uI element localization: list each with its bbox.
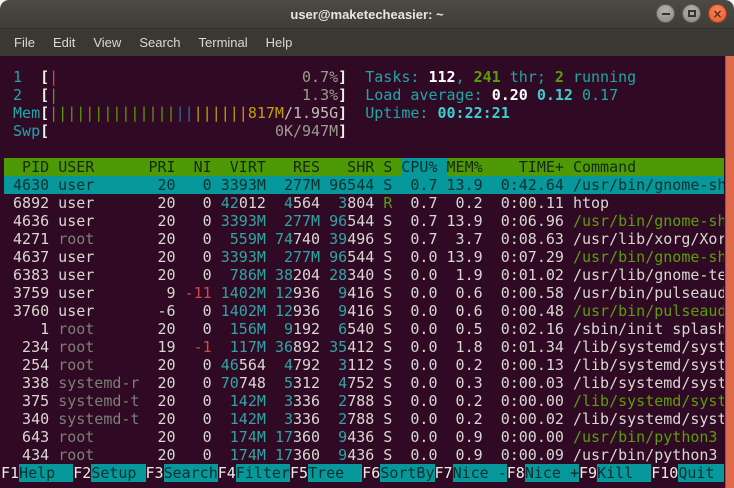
process-row-338[interactable]: 338 systemd-r 20 0 70748 5312 4752 S 0.0…: [4, 374, 724, 392]
fkey-f6[interactable]: F6SortBy: [362, 464, 435, 482]
process-row-3760[interactable]: 3760 user -6 0 1402M 12936 9416 S 0.0 0.…: [4, 302, 724, 320]
cpu1-meter: 1 [| 0.7%]: [4, 68, 348, 86]
load-average: Load average: 0.20 0.12 0.17: [365, 86, 619, 104]
column-header-time[interactable]: TIME+: [492, 158, 573, 176]
process-row-434[interactable]: 434 root 20 0 174M 17360 9436 S 0.0 0.9 …: [4, 446, 724, 464]
fkey-f2[interactable]: F2Setup: [73, 464, 146, 482]
terminal-screen: 1 [| 0.7%] Tasks: 112, 241 thr; 2 runnin…: [0, 56, 734, 488]
process-row-6383[interactable]: 6383 user 20 0 786M 38204 28340 S 0.0 1.…: [4, 266, 724, 284]
minimize-icon: [661, 12, 670, 15]
uptime: Uptime: 00:22:21: [365, 104, 510, 122]
fkey-f5[interactable]: F5Tree: [290, 464, 363, 482]
process-row-4636[interactable]: 4636 user 20 0 3393M 277M 96544 S 0.7 13…: [4, 212, 724, 230]
minimize-button[interactable]: [656, 4, 675, 23]
column-header-s[interactable]: S: [383, 158, 401, 176]
maximize-button[interactable]: [682, 4, 701, 23]
table-header: PID USER PRI NI VIRT RES SHR S CPU% MEM%…: [4, 158, 724, 176]
column-header-virt[interactable]: VIRT: [221, 158, 275, 176]
htop-output: 1 [| 0.7%] Tasks: 112, 241 thr; 2 runnin…: [1, 68, 724, 482]
process-row-643[interactable]: 643 root 20 0 174M 17360 9436 S 0.0 0.9 …: [4, 428, 724, 446]
fkey-f3[interactable]: F3Search: [146, 464, 218, 482]
process-row-254[interactable]: 254 root 20 0 46564 4792 3112 S 0.0 0.2 …: [4, 356, 724, 374]
fkey-f10[interactable]: F10Quit: [651, 464, 724, 482]
column-header-shr[interactable]: SHR: [329, 158, 383, 176]
scrollbar[interactable]: [725, 56, 734, 488]
column-header-pid[interactable]: PID: [4, 158, 58, 176]
column-header-cpu[interactable]: CPU%: [401, 158, 447, 176]
column-header-pri[interactable]: PRI: [149, 158, 185, 176]
window-title: user@maketecheasier: ~: [290, 6, 444, 22]
process-row-4637[interactable]: 4637 user 20 0 3393M 277M 96544 S 0.0 13…: [4, 248, 724, 266]
function-key-bar: F1Help F2Setup F3SearchF4FilterF5Tree F6…: [1, 464, 724, 482]
process-row-4630[interactable]: 4630 user 20 0 3393M 277M 96544 S 0.7 13…: [4, 176, 724, 194]
titlebar[interactable]: user@maketecheasier: ~ ×: [0, 0, 734, 29]
menu-bar: File Edit View Search Terminal Help: [0, 29, 734, 56]
column-header-res[interactable]: RES: [275, 158, 329, 176]
menu-item-terminal[interactable]: Terminal: [190, 31, 257, 54]
fkey-f8[interactable]: F8Nice +: [507, 464, 579, 482]
fkey-f9[interactable]: F9Kill: [579, 464, 652, 482]
menu-item-view[interactable]: View: [84, 31, 130, 54]
menu-item-help[interactable]: Help: [257, 31, 302, 54]
close-button[interactable]: ×: [708, 4, 727, 23]
memory-meter: Mem[||||||||||||||||||||||817M/1.95G]: [4, 104, 348, 122]
terminal-window: user@maketecheasier: ~ × File Edit View Sea…: [0, 0, 734, 488]
menu-item-edit[interactable]: Edit: [44, 31, 84, 54]
column-header-cmd[interactable]: Command: [573, 158, 724, 176]
process-row-4271[interactable]: 4271 root 20 0 559M 74740 39496 S 0.7 3.…: [4, 230, 724, 248]
close-icon: ×: [712, 6, 723, 21]
process-row-234[interactable]: 234 root 19 -1 117M 36892 35412 S 0.0 1.…: [4, 338, 724, 356]
cpu2-meter: 2 [| 1.3%]: [4, 86, 348, 104]
maximize-icon: [687, 10, 696, 17]
column-header-mem[interactable]: MEM%: [447, 158, 492, 176]
fkey-f4[interactable]: F4Filter: [218, 464, 290, 482]
process-row-3759[interactable]: 3759 user 9 -11 1402M 12936 9416 S 0.0 0…: [4, 284, 724, 302]
process-row-6892[interactable]: 6892 user 20 0 42012 4564 3804 R 0.7 0.2…: [4, 194, 724, 212]
process-row-375[interactable]: 375 systemd-t 20 0 142M 3336 2788 S 0.0 …: [4, 392, 724, 410]
menu-item-search[interactable]: Search: [130, 31, 189, 54]
fkey-f1[interactable]: F1Help: [1, 464, 74, 482]
column-header-user[interactable]: USER: [58, 158, 148, 176]
menu-item-file[interactable]: File: [5, 31, 44, 54]
window-controls: ×: [656, 4, 727, 23]
column-header-ni[interactable]: NI: [185, 158, 221, 176]
process-row-1[interactable]: 1 root 20 0 156M 9192 6540 S 0.0 0.5 0:0…: [4, 320, 724, 338]
tasks-summary: Tasks: 112, 241 thr; 2 running: [365, 68, 637, 86]
process-row-340[interactable]: 340 systemd-t 20 0 142M 3336 2788 S 0.0 …: [4, 410, 724, 428]
swap-meter: Swp[ 0K/947M]: [4, 122, 348, 140]
fkey-f7[interactable]: F7Nice -: [435, 464, 507, 482]
